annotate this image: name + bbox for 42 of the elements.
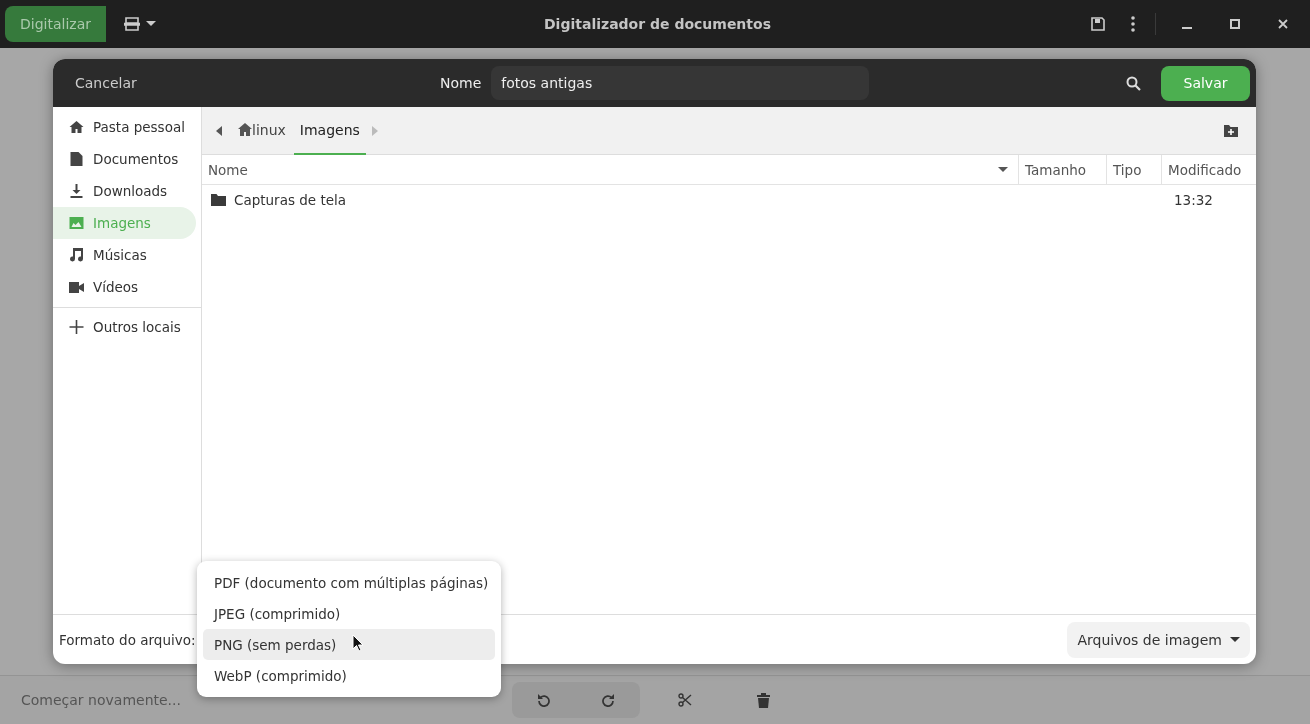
home-icon xyxy=(69,120,84,134)
sort-caret-icon xyxy=(998,166,1008,173)
column-header[interactable]: Tamanho xyxy=(1019,155,1107,184)
column-header[interactable]: Modificado xyxy=(1162,155,1256,184)
download-icon xyxy=(69,184,84,198)
menu-item[interactable]: PDF (documento com múltiplas páginas) xyxy=(203,567,495,598)
sidebar-item[interactable]: Downloads xyxy=(53,175,196,207)
sidebar-item[interactable]: Músicas xyxy=(53,239,196,271)
restart-label: Começar novamente... xyxy=(21,692,182,708)
menu-item[interactable]: WebP (comprimido) xyxy=(203,660,495,691)
file-row[interactable]: Capturas de tela 13:32 xyxy=(202,185,1256,214)
home-icon xyxy=(238,123,252,136)
cancel-button[interactable]: Cancelar xyxy=(75,75,440,91)
other-locations-item[interactable]: Outros locais xyxy=(53,311,196,343)
video-camera-icon xyxy=(69,281,84,293)
window-title: Digitalizador de documentos xyxy=(544,16,771,32)
format-label: Formato do arquivo: xyxy=(59,631,196,648)
menu-item[interactable]: JPEG (comprimido) xyxy=(203,598,495,629)
sidebar-item[interactable]: Documentos xyxy=(53,143,196,175)
caret-icon xyxy=(146,21,156,27)
scanner-icon xyxy=(124,17,140,31)
modified-time: 13:32 xyxy=(1174,191,1213,208)
folder-icon xyxy=(211,193,226,206)
path-button[interactable]: linux xyxy=(232,106,292,155)
file-filter-dropdown[interactable]: Arquivos de imagem xyxy=(1067,621,1250,658)
path-button[interactable]: Imagens xyxy=(293,106,366,155)
column-header[interactable]: Tipo xyxy=(1107,155,1162,184)
document-icon xyxy=(69,152,84,166)
name-label: Nome xyxy=(440,75,482,91)
column-header[interactable]: Nome xyxy=(202,155,1019,184)
caret-icon xyxy=(1230,636,1240,643)
sidebar-item[interactable]: Pasta pessoal xyxy=(53,111,196,143)
mouse-pointer-icon xyxy=(352,634,364,652)
menu-item[interactable]: PNG (sem perdas) xyxy=(203,629,495,660)
plus-icon xyxy=(69,320,84,334)
music-note-icon xyxy=(69,248,84,262)
file-name: Capturas de tela xyxy=(234,191,347,208)
back-arrow-icon[interactable] xyxy=(216,125,222,136)
sidebar-item[interactable]: Vídeos xyxy=(53,271,196,303)
new-folder-icon[interactable] xyxy=(1224,124,1238,137)
name-field[interactable]: fotos antigas xyxy=(491,66,870,100)
image-icon xyxy=(69,217,84,229)
